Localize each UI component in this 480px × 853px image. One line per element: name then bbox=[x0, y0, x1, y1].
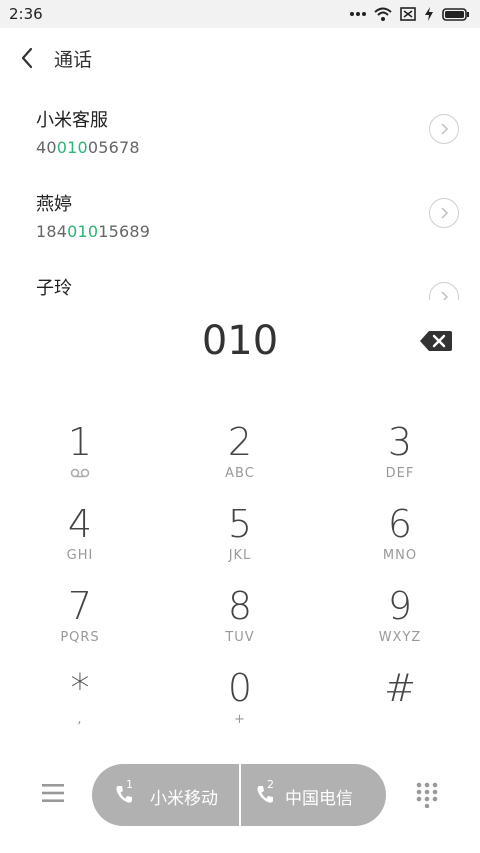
key-letters: MNO bbox=[382, 548, 418, 563]
key-star[interactable]: * , bbox=[20, 666, 140, 746]
chevron-right-icon bbox=[441, 207, 449, 219]
menu-icon[interactable] bbox=[42, 782, 64, 804]
key-digit: 9 bbox=[387, 584, 413, 628]
contact-number: 4001005678 bbox=[36, 138, 140, 157]
key-hash[interactable]: # bbox=[340, 666, 460, 746]
key-5[interactable]: 5 JKL bbox=[180, 502, 300, 582]
key-7[interactable]: 7 PQRS bbox=[20, 584, 140, 664]
key-9[interactable]: 9 WXYZ bbox=[340, 584, 460, 664]
key-letters: JKL bbox=[228, 548, 252, 563]
contact-number: 18401015689 bbox=[36, 222, 150, 241]
more-dots-icon bbox=[350, 12, 366, 16]
key-letters: + bbox=[234, 712, 246, 727]
number-prefix: 40 bbox=[36, 138, 57, 157]
voicemail-icon bbox=[70, 468, 90, 478]
status-icons bbox=[350, 6, 470, 22]
key-digit: 2 bbox=[227, 420, 253, 464]
call-sim1-button[interactable]: 1 小米移动 bbox=[92, 764, 239, 826]
contact-detail-button[interactable] bbox=[429, 198, 459, 228]
number-prefix: 184 bbox=[36, 222, 68, 241]
wifi-icon bbox=[374, 7, 392, 21]
contact-detail-button[interactable] bbox=[429, 114, 459, 144]
status-bar: 2:36 bbox=[0, 0, 480, 28]
key-letters: DEF bbox=[385, 466, 415, 481]
sim1-slot-number: 1 bbox=[126, 778, 133, 791]
key-3[interactable]: 3 DEF bbox=[340, 420, 460, 500]
key-letters: PQRS bbox=[60, 630, 100, 645]
contact-name: 燕婷 bbox=[36, 194, 72, 215]
key-digit: * bbox=[70, 666, 90, 710]
dual-sim-call-bar: 1 小米移动 2 中国电信 bbox=[92, 764, 386, 826]
key-digit: 3 bbox=[387, 420, 413, 464]
key-1[interactable]: 1 bbox=[20, 420, 140, 500]
page-title: 通话 bbox=[54, 49, 93, 71]
back-arrow-icon[interactable] bbox=[18, 46, 38, 70]
backspace-icon[interactable] bbox=[420, 330, 452, 352]
sim2-carrier-label: 中国电信 bbox=[285, 789, 353, 809]
key-letters: WXYZ bbox=[378, 630, 422, 645]
contact-detail-button[interactable] bbox=[429, 282, 459, 300]
key-8[interactable]: 8 TUV bbox=[180, 584, 300, 664]
key-6[interactable]: 6 MNO bbox=[340, 502, 460, 582]
key-digit: # bbox=[384, 666, 416, 710]
status-time: 2:36 bbox=[9, 5, 43, 23]
key-letters: TUV bbox=[225, 630, 255, 645]
key-letters: GHI bbox=[66, 548, 94, 563]
number-suffix: 15689 bbox=[98, 222, 151, 241]
key-digit: 0 bbox=[227, 666, 253, 710]
key-2[interactable]: 2 ABC bbox=[180, 420, 300, 500]
dialed-number-display: 010 bbox=[201, 318, 279, 364]
battery-icon bbox=[442, 7, 469, 21]
number-suffix: 05678 bbox=[87, 138, 140, 157]
key-digit: 1 bbox=[67, 420, 93, 464]
keypad-toggle-icon[interactable] bbox=[416, 782, 438, 808]
number-match: 010 bbox=[56, 138, 88, 157]
number-match: 010 bbox=[67, 222, 99, 241]
contact-name: 小米客服 bbox=[36, 110, 108, 131]
key-letters: , bbox=[77, 712, 83, 727]
contact-item[interactable]: 小米客服 4001005678 bbox=[0, 106, 480, 190]
contact-name: 子玲 bbox=[36, 278, 72, 299]
key-digit: 8 bbox=[227, 584, 253, 628]
no-sim-icon bbox=[400, 7, 416, 21]
contact-suggestion-list: 小米客服 4001005678 燕婷 18401015689 子玲 bbox=[0, 88, 480, 300]
key-digit: 5 bbox=[227, 502, 253, 546]
key-digit: 7 bbox=[67, 584, 93, 628]
call-sim2-button[interactable]: 2 中国电信 bbox=[241, 764, 386, 826]
key-digit: 4 bbox=[67, 502, 93, 546]
header: 通话 bbox=[0, 28, 480, 88]
key-digit: 6 bbox=[387, 502, 413, 546]
key-letters: ABC bbox=[225, 466, 255, 481]
key-4[interactable]: 4 GHI bbox=[20, 502, 140, 582]
charging-icon bbox=[425, 7, 433, 21]
chevron-right-icon bbox=[441, 123, 449, 135]
contact-item[interactable]: 燕婷 18401015689 bbox=[0, 190, 480, 274]
chevron-right-icon bbox=[441, 291, 449, 300]
contact-item[interactable]: 子玲 bbox=[0, 274, 480, 300]
sim1-carrier-label: 小米移动 bbox=[150, 789, 218, 809]
sim2-slot-number: 2 bbox=[267, 778, 274, 791]
key-0[interactable]: 0 + bbox=[180, 666, 300, 746]
